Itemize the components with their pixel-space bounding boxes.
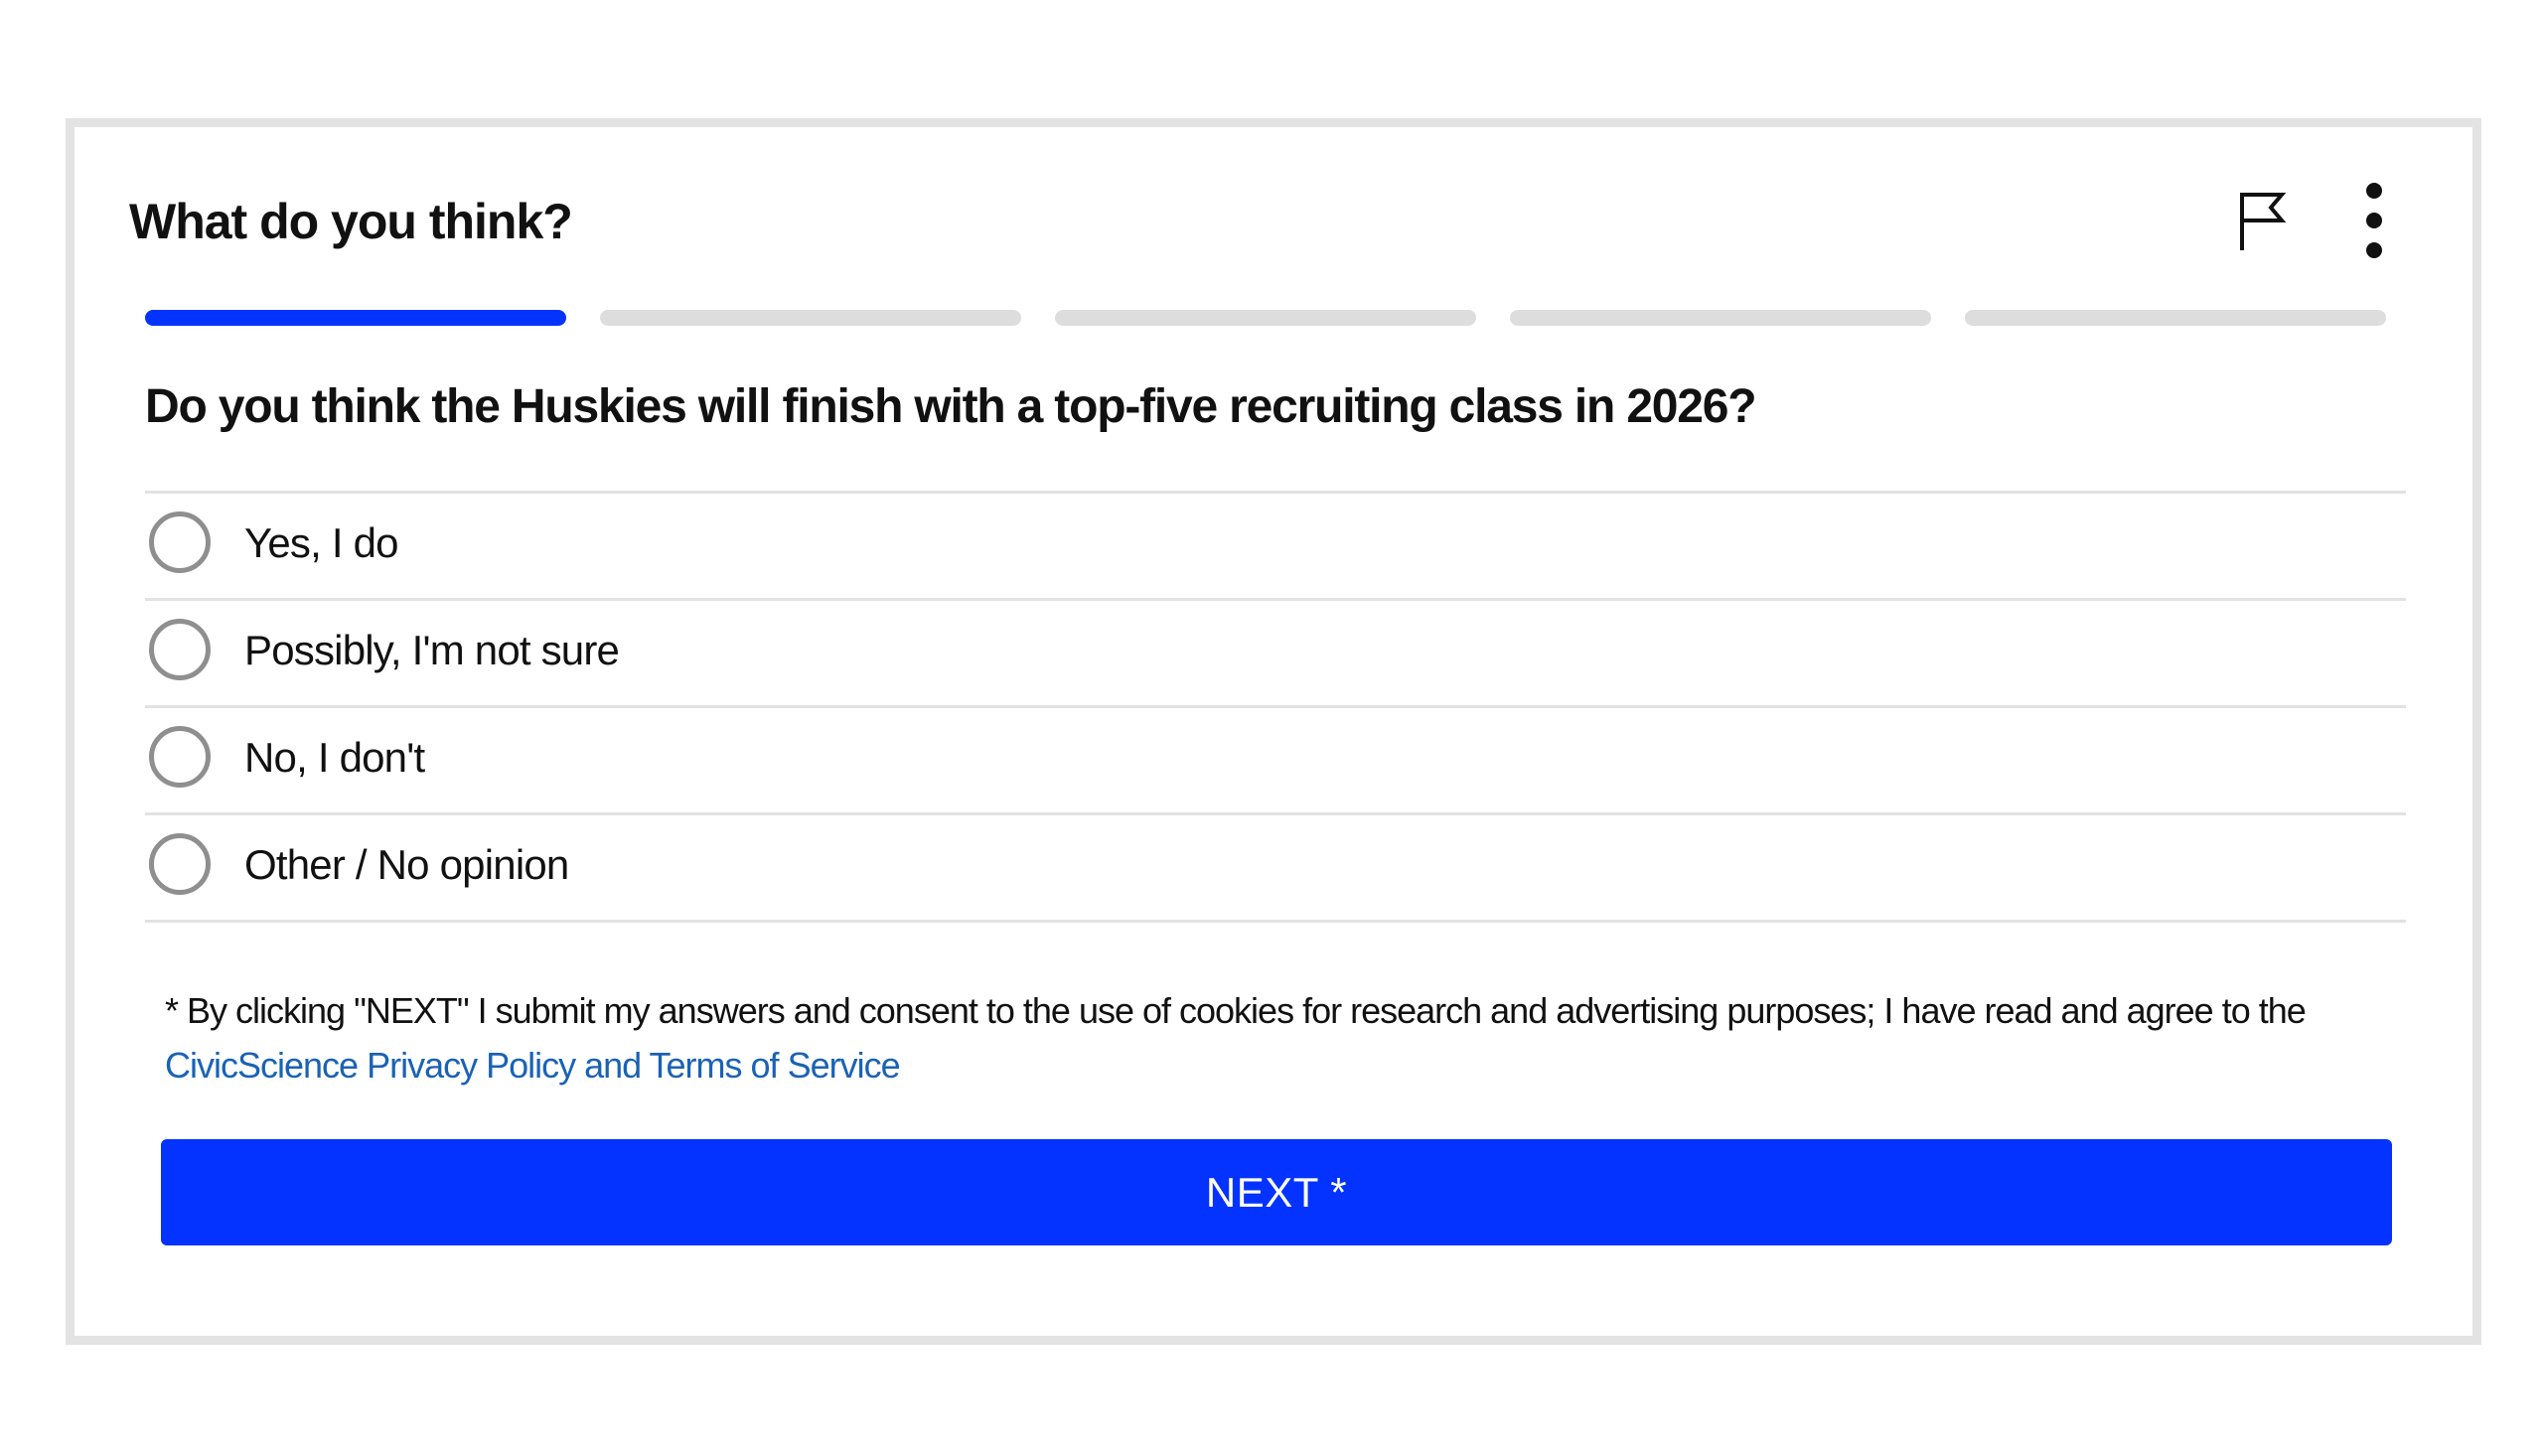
question-text: Do you think the Huskies will finish wit… xyxy=(145,380,1757,433)
progress-segment xyxy=(1510,310,1931,326)
progress-bar xyxy=(145,310,2386,326)
consent-notice: * By clicking "NEXT" I submit my answers… xyxy=(165,983,2390,1092)
flag-icon[interactable] xyxy=(2235,187,2291,254)
answer-option[interactable]: Other / No opinion xyxy=(145,815,2406,923)
next-button[interactable]: NEXT * xyxy=(161,1139,2392,1245)
progress-segment xyxy=(600,310,1021,326)
answer-option[interactable]: Yes, I do xyxy=(145,494,2406,601)
survey-title: What do you think? xyxy=(129,194,573,249)
answer-option[interactable]: No, I don't xyxy=(145,708,2406,815)
more-vertical-icon[interactable] xyxy=(2354,181,2394,260)
answer-options: Yes, I do Possibly, I'm not sure No, I d… xyxy=(145,491,2406,923)
privacy-policy-link[interactable]: CivicScience Privacy Policy and Terms of… xyxy=(165,1045,901,1086)
answer-option[interactable]: Possibly, I'm not sure xyxy=(145,601,2406,708)
radio-button[interactable] xyxy=(149,511,211,573)
answer-option-label: Possibly, I'm not sure xyxy=(244,627,620,673)
answer-option-label: Other / No opinion xyxy=(244,841,569,888)
progress-segment xyxy=(1965,310,2386,326)
radio-button[interactable] xyxy=(149,726,211,788)
answer-option-label: No, I don't xyxy=(244,734,425,781)
answer-option-label: Yes, I do xyxy=(244,519,399,566)
radio-button[interactable] xyxy=(149,619,211,680)
radio-button[interactable] xyxy=(149,833,211,895)
progress-segment xyxy=(1055,310,1476,326)
consent-text: * By clicking "NEXT" I submit my answers… xyxy=(165,990,2307,1031)
progress-segment xyxy=(145,310,566,326)
